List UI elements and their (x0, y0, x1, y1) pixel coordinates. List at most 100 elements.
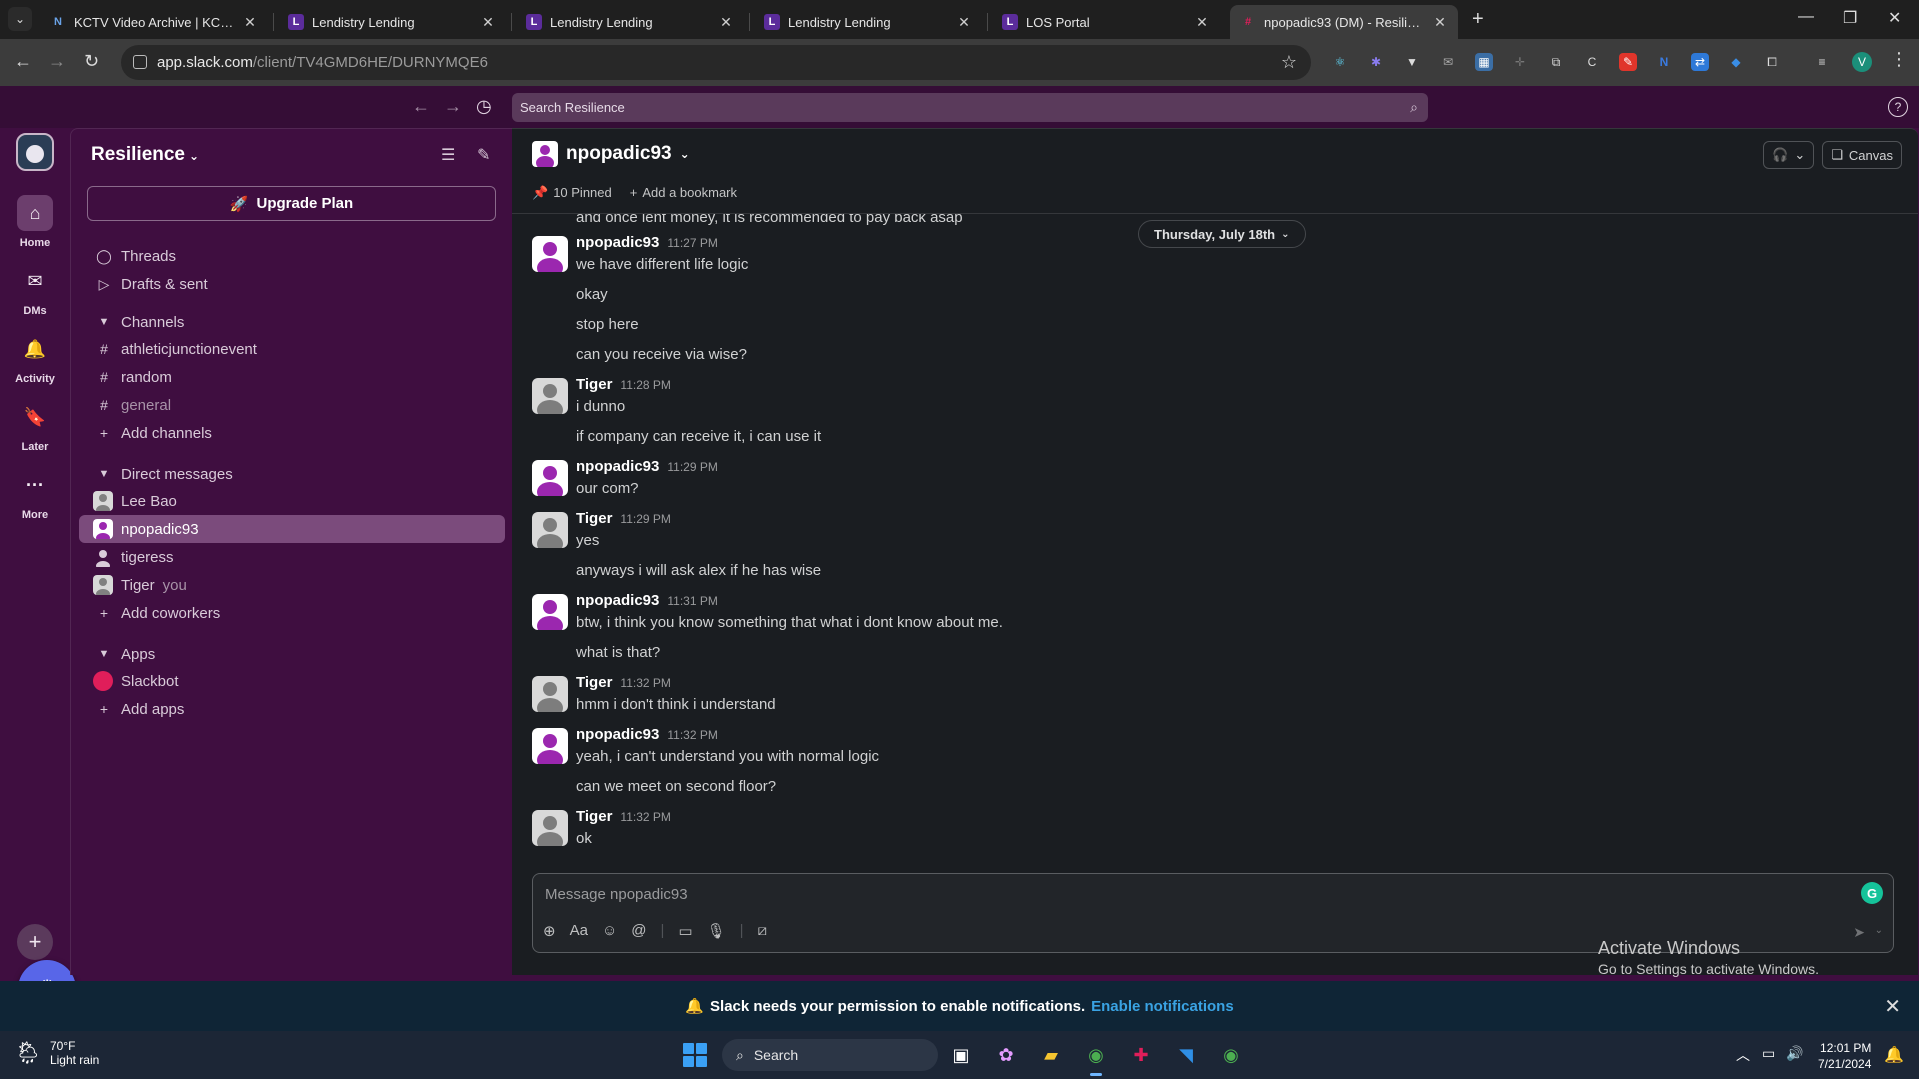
tab-search-button[interactable]: ⌄ (8, 7, 32, 31)
add-bookmark-button[interactable]: + Add a bookmark (630, 185, 737, 201)
task-view-icon[interactable]: ▣ (946, 1040, 976, 1070)
mail-extension-icon[interactable]: ✉ (1439, 53, 1457, 71)
history-back-icon[interactable]: ← (412, 96, 430, 117)
browser-tab[interactable]: L LOS Portal ✕ (992, 5, 1220, 39)
message-author[interactable]: npopadic93 (576, 458, 659, 475)
move-extension-icon[interactable]: ✛ (1511, 53, 1529, 71)
emoji-icon[interactable]: ☺ (602, 922, 617, 940)
rail-home[interactable]: ⌂ Home (0, 195, 70, 249)
upgrade-plan-button[interactable]: 🚀 Upgrade Plan (87, 186, 496, 221)
add-coworkers-button[interactable]: + Add coworkers (79, 599, 505, 627)
taskbar-search[interactable]: ⌕ Search (722, 1039, 938, 1071)
search-input[interactable]: Search Resilience ⌕ (512, 93, 1428, 122)
vue-extension-icon[interactable]: ▼ (1403, 53, 1421, 71)
extension-gear-icon[interactable]: ✱ (1367, 53, 1385, 71)
tab-close-icon[interactable]: ✕ (242, 14, 258, 31)
minimize-icon[interactable]: — (1798, 8, 1814, 26)
close-icon[interactable]: ✕ (1884, 994, 1901, 1019)
pinned-button[interactable]: 📌 10 Pinned (532, 185, 612, 201)
message-time[interactable]: 11:32 PM (620, 810, 670, 824)
channels-section-header[interactable]: ▼ Channels (79, 310, 185, 334)
workspace-name-button[interactable]: Resilience ⌄ (91, 144, 199, 166)
mention-icon[interactable]: @ (631, 922, 646, 940)
extensions-puzzle-icon[interactable]: ⧠ (1763, 53, 1781, 71)
message-time[interactable]: 11:28 PM (620, 378, 670, 392)
file-explorer-icon[interactable]: ▰ (1036, 1040, 1066, 1070)
microphone-icon[interactable]: 🎙 (707, 922, 726, 940)
chrome-icon[interactable]: ◉ (1081, 1040, 1111, 1076)
avatar[interactable] (532, 512, 568, 548)
message-author[interactable]: Tiger (576, 808, 612, 825)
badge-extension-icon[interactable]: ▦ (1475, 53, 1493, 71)
compose-icon[interactable]: ✎ (477, 145, 490, 165)
browser-tab[interactable]: N KCTV Video Archive | KCNA Wa ✕ (40, 5, 268, 39)
n-extension-icon[interactable]: N (1655, 53, 1673, 71)
avatar[interactable] (532, 460, 568, 496)
attach-plus-icon[interactable]: ⊕ (543, 922, 556, 940)
screenshot-extension-icon[interactable]: ⧉ (1547, 53, 1565, 71)
avatar[interactable] (532, 728, 568, 764)
message-author[interactable]: Tiger (576, 510, 612, 527)
tray-chevron-icon[interactable]: ︿ (1736, 1045, 1750, 1065)
bookmark-star-icon[interactable]: ☆ (1281, 52, 1297, 73)
composer-input[interactable]: Message npopadic93 (545, 886, 688, 903)
rail-more[interactable]: ··· More (0, 467, 70, 522)
sidebar-channel[interactable]: # random (79, 363, 505, 391)
message-time[interactable]: 11:29 PM (620, 512, 670, 526)
add-workspace-icon[interactable]: + (17, 924, 53, 960)
sidebar-channel[interactable]: # general (79, 391, 505, 419)
sidebar-dm-active[interactable]: npopadic93 (79, 515, 505, 543)
message-time[interactable]: 11:29 PM (667, 460, 717, 474)
message-author[interactable]: npopadic93 (576, 726, 659, 743)
avatar[interactable] (532, 378, 568, 414)
add-channels-button[interactable]: + Add channels (79, 419, 505, 447)
network-icon[interactable]: ▭ (1762, 1045, 1775, 1062)
copilot-icon[interactable]: ✿ (991, 1040, 1021, 1070)
shortcuts-icon[interactable]: ⧄ (758, 922, 768, 940)
video-icon[interactable]: ▭ (678, 922, 692, 940)
weather-widget[interactable]: 🌦 70°F Light rain (14, 1039, 99, 1067)
avatar[interactable] (532, 676, 568, 712)
start-button[interactable] (683, 1043, 707, 1067)
volume-icon[interactable]: 🔊 (1786, 1045, 1803, 1062)
reading-list-icon[interactable]: ≡ (1813, 53, 1831, 71)
forward-icon[interactable]: → (48, 51, 66, 72)
rail-later[interactable]: 🔖 Later (0, 399, 70, 454)
browser-tab[interactable]: L Lendistry Lending ✕ (754, 5, 982, 39)
sidebar-channel[interactable]: # athleticjunctionevent (79, 335, 505, 363)
rail-activity[interactable]: 🔔 Activity (0, 331, 70, 386)
close-window-icon[interactable]: ✕ (1888, 8, 1901, 28)
notification-center-icon[interactable]: 🔔 (1884, 1045, 1904, 1065)
tab-close-icon[interactable]: ✕ (1432, 14, 1448, 31)
apps-section-header[interactable]: ▼ Apps (79, 642, 156, 666)
react-devtools-icon[interactable]: ⚛ (1331, 53, 1349, 71)
conversation-title-button[interactable]: npopadic93 ⌄ (532, 141, 690, 167)
formatting-icon[interactable]: Aa (570, 922, 588, 940)
avatar[interactable] (532, 236, 568, 272)
sidebar-app-slackbot[interactable]: Slackbot (79, 667, 505, 695)
avatar[interactable] (532, 810, 568, 846)
back-icon[interactable]: ← (14, 51, 32, 72)
message-time[interactable]: 11:31 PM (667, 594, 717, 608)
grammarly-icon[interactable]: G (1861, 882, 1883, 904)
sidebar-item-drafts[interactable]: ▷ Drafts & sent (79, 270, 505, 298)
tab-close-icon[interactable]: ✕ (956, 14, 972, 31)
code-extension-icon[interactable]: C (1583, 53, 1601, 71)
browser-tab[interactable]: L Lendistry Lending ✕ (278, 5, 506, 39)
add-apps-button[interactable]: + Add apps (79, 695, 505, 723)
chrome-profile-icon[interactable]: ◉ (1216, 1040, 1246, 1070)
reload-icon[interactable]: ↻ (84, 51, 99, 72)
history-clock-icon[interactable]: ◷ (476, 96, 492, 117)
message-author[interactable]: npopadic93 (576, 234, 659, 251)
browser-menu-icon[interactable]: ⋮ (1890, 49, 1908, 70)
browser-tab-active[interactable]: # npopadic93 (DM) - Resilience - ✕ (1230, 5, 1458, 39)
help-icon[interactable]: ? (1888, 97, 1908, 117)
dm-section-header[interactable]: ▼ Direct messages (79, 462, 233, 486)
chevron-down-icon[interactable]: ⌄ (1875, 925, 1883, 936)
date-divider-button[interactable]: Thursday, July 18th ⌄ (1138, 220, 1306, 248)
message-time[interactable]: 11:32 PM (667, 728, 717, 742)
vscode-icon[interactable]: ◥ (1171, 1040, 1201, 1070)
sidebar-dm[interactable]: Lee Bao (79, 487, 505, 515)
slack-taskbar-icon[interactable]: ✚ (1126, 1040, 1156, 1070)
sidebar-dm[interactable]: Tiger you (79, 571, 505, 599)
